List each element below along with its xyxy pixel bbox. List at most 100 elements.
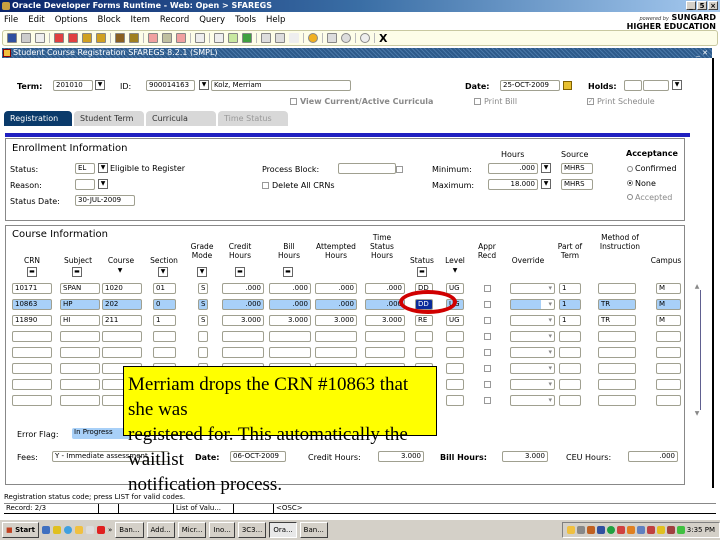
process-block-field[interactable] bbox=[338, 163, 396, 174]
tray-icon[interactable] bbox=[656, 526, 665, 534]
appr-recd-checkbox[interactable] bbox=[484, 317, 491, 324]
bill-cell[interactable]: 3.000 bbox=[269, 315, 311, 326]
cascade-icon[interactable] bbox=[261, 33, 271, 43]
menu-options[interactable]: Options bbox=[55, 15, 88, 25]
error-flag-field[interactable]: In Progress bbox=[72, 428, 130, 439]
course-cell[interactable] bbox=[102, 331, 142, 342]
tray-icon[interactable] bbox=[576, 526, 585, 534]
subject-cell[interactable] bbox=[60, 379, 100, 390]
taskbar-button-7[interactable]: Ban... bbox=[299, 522, 328, 538]
help-icon[interactable] bbox=[341, 33, 351, 43]
menu-item[interactable]: Item bbox=[131, 15, 150, 25]
menu-query[interactable]: Query bbox=[199, 15, 225, 25]
quicklaunch-ie-icon[interactable] bbox=[41, 526, 50, 534]
tray-icon[interactable] bbox=[596, 526, 605, 534]
appr-recd-checkbox[interactable] bbox=[484, 365, 491, 372]
reason-field[interactable] bbox=[75, 179, 95, 190]
menu-edit[interactable]: Edit bbox=[28, 15, 44, 25]
campus-cell[interactable] bbox=[656, 363, 681, 374]
crn-cell[interactable] bbox=[12, 379, 52, 390]
list-values-icon[interactable] bbox=[195, 33, 205, 43]
bill-hours-lookup-button[interactable]: ▬ bbox=[283, 267, 293, 277]
override-cell[interactable]: ▾ bbox=[510, 315, 555, 326]
rollback-icon[interactable] bbox=[21, 33, 31, 43]
method-cell[interactable] bbox=[598, 283, 636, 294]
id-field[interactable]: 900014163 bbox=[146, 80, 195, 91]
campus-cell[interactable] bbox=[656, 347, 681, 358]
attempted-cell[interactable]: 3.000 bbox=[315, 315, 357, 326]
print-bill-checkbox[interactable] bbox=[474, 98, 481, 105]
tray-icon[interactable] bbox=[606, 526, 615, 534]
subject-cell[interactable]: HI bbox=[60, 315, 100, 326]
taskbar-button-1[interactable]: Ban... bbox=[115, 522, 144, 538]
attempted-cell[interactable] bbox=[315, 347, 357, 358]
course-cell[interactable]: 202 bbox=[102, 299, 142, 310]
appr-recd-checkbox[interactable] bbox=[484, 349, 491, 356]
attempted-cell[interactable]: .000 bbox=[315, 299, 357, 310]
quicklaunch-messenger-icon[interactable] bbox=[52, 526, 61, 534]
menu-block[interactable]: Block bbox=[98, 15, 121, 25]
part-cell[interactable]: 1 bbox=[559, 315, 581, 326]
quicklaunch-cursor-icon[interactable] bbox=[85, 526, 94, 534]
minimum-source-field[interactable]: MHRS bbox=[561, 163, 593, 174]
section-cell[interactable]: 0 bbox=[153, 299, 176, 310]
method-cell[interactable]: TR bbox=[598, 299, 636, 310]
subject-cell[interactable] bbox=[60, 395, 100, 406]
status-lookup-button[interactable]: ▼ bbox=[98, 163, 108, 173]
credit-cell[interactable] bbox=[222, 347, 264, 358]
override-cell[interactable]: ▾ bbox=[510, 379, 555, 390]
credit-hours-lookup-button[interactable]: ▬ bbox=[235, 267, 245, 277]
section-cell[interactable] bbox=[153, 331, 176, 342]
delete-record-icon[interactable] bbox=[176, 33, 186, 43]
method-cell[interactable] bbox=[598, 363, 636, 374]
grade-mode-cell[interactable]: S bbox=[198, 283, 208, 294]
level-cell[interactable]: UG bbox=[446, 283, 464, 294]
holds-lookup-button[interactable]: ▼ bbox=[672, 80, 682, 90]
method-cell[interactable] bbox=[598, 395, 636, 406]
term-lookup-button[interactable]: ▼ bbox=[95, 80, 105, 90]
previous-record-icon[interactable] bbox=[96, 33, 106, 43]
print-schedule-checkbox[interactable]: ✓ bbox=[587, 98, 594, 105]
maximum-hours-field[interactable]: 18.000 bbox=[488, 179, 538, 190]
student-name-field[interactable]: Kolz, Merriam bbox=[211, 80, 351, 91]
attempted-cell[interactable]: .000 bbox=[315, 283, 357, 294]
grade-mode-cell[interactable]: S bbox=[198, 299, 208, 310]
grade-mode-cell[interactable]: S bbox=[198, 315, 208, 326]
level-cell[interactable] bbox=[446, 363, 464, 374]
taskbar-button-4[interactable]: Ino... bbox=[209, 522, 235, 538]
crn-cell[interactable]: 10863 bbox=[12, 299, 52, 310]
taskbar-button-6[interactable]: Ora... bbox=[269, 522, 297, 538]
method-cell[interactable] bbox=[598, 331, 636, 342]
level-lookup-button[interactable]: ▼ bbox=[450, 267, 460, 277]
scroll-down-arrow[interactable]: ▼ bbox=[692, 410, 702, 417]
term-field[interactable]: 201010 bbox=[53, 80, 93, 91]
tray-icon[interactable] bbox=[586, 526, 595, 534]
level-cell[interactable] bbox=[446, 331, 464, 342]
grade-mode-lookup-button[interactable]: ▼ bbox=[197, 267, 207, 277]
appr-recd-checkbox[interactable] bbox=[484, 285, 491, 292]
tray-icon[interactable] bbox=[666, 526, 675, 534]
status-code-field[interactable]: EL bbox=[75, 163, 95, 174]
crn-cell[interactable]: 11890 bbox=[12, 315, 52, 326]
credit-cell[interactable]: .000 bbox=[222, 283, 264, 294]
tray-icon[interactable] bbox=[636, 526, 645, 534]
menu-tools[interactable]: Tools bbox=[235, 15, 256, 25]
menu-help[interactable]: Help bbox=[266, 15, 285, 25]
method-cell[interactable] bbox=[598, 347, 636, 358]
maximum-lookup-button[interactable]: ▼ bbox=[541, 179, 551, 189]
bill-cell[interactable] bbox=[269, 331, 311, 342]
crn-lookup-button[interactable]: ▬ bbox=[27, 267, 37, 277]
menu-file[interactable]: File bbox=[4, 15, 18, 25]
tray-icon[interactable] bbox=[646, 526, 655, 534]
holds-field-2[interactable] bbox=[643, 80, 669, 91]
ceu-hours-field[interactable]: .000 bbox=[628, 451, 678, 462]
tab-student-term[interactable]: Student Term bbox=[74, 111, 144, 126]
close-button[interactable]: × bbox=[708, 1, 718, 10]
campus-cell[interactable] bbox=[656, 379, 681, 390]
level-cell[interactable] bbox=[446, 379, 464, 390]
bill-cell[interactable]: .000 bbox=[269, 299, 311, 310]
subject-lookup-button[interactable]: ▬ bbox=[72, 267, 82, 277]
print-icon[interactable] bbox=[35, 33, 45, 43]
insert-record-icon[interactable] bbox=[148, 33, 158, 43]
calendar-icon[interactable] bbox=[563, 81, 572, 90]
